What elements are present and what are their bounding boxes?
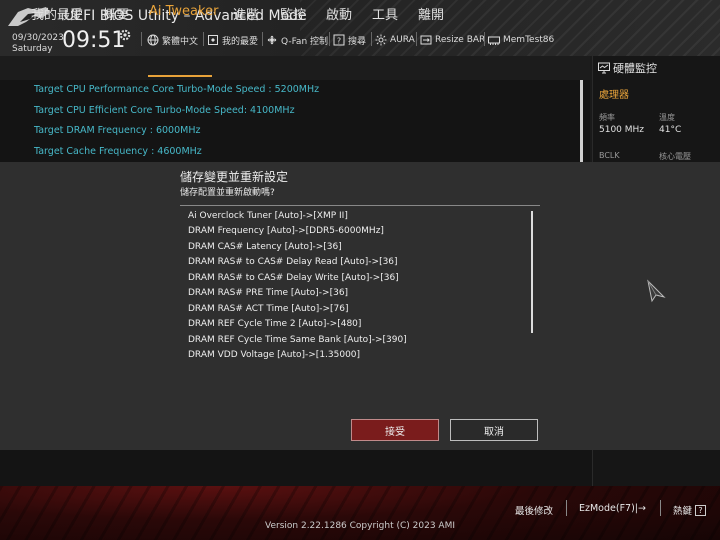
aura-icon [375,34,387,46]
change-item: DRAM REF Cycle Time Same Bank [Auto]->[3… [188,335,407,345]
qfan-control-button[interactable]: Q-Fan 控制 [266,33,328,47]
tab-main[interactable]: 概要 [103,4,129,23]
footer-divider [660,500,661,516]
tab-monitor[interactable]: 監控 [280,4,306,23]
changes-scrollbar[interactable] [531,211,533,333]
memtest-icon [488,36,500,45]
settings-panel-lower [0,450,592,486]
hotkeys-button[interactable]: 熱鍵 ? [673,503,707,517]
resize-bar-label: Resize BAR [435,35,486,45]
language-label: 繁體中文 [162,36,199,47]
hw-vcore-label: 核心電壓 [659,152,691,161]
settings-scrollbar[interactable] [580,80,583,162]
header-divider [416,32,417,46]
change-item: DRAM VDD Voltage [Auto]->[1.35000] [188,350,361,360]
hw-temp-label: 溫度 [659,113,675,122]
language-button[interactable]: 繁體中文 [147,33,198,47]
resize-bar-button[interactable]: Resize BAR [420,33,485,47]
change-item: Ai Overclock Tuner [Auto]->[XMP II] [188,211,348,221]
change-item: DRAM RAS# to CAS# Delay Read [Auto]->[36… [188,257,398,267]
setting-row[interactable]: Target CPU Efficient Core Turbo-Mode Spe… [34,105,295,116]
setting-row[interactable]: Target DRAM Frequency : 6000MHz [34,125,200,136]
header-texture [300,0,720,56]
fan-icon [267,35,277,45]
change-item: DRAM REF Cycle Time 2 [Auto]->[480] [188,319,362,329]
aura-button[interactable]: AURA [375,33,415,47]
header-divider [262,32,263,46]
setting-row[interactable]: Target CPU Performance Core Turbo-Mode S… [34,84,319,95]
hw-freq-label: 頻率 [599,113,615,122]
header-divider [329,32,330,46]
tab-exit[interactable]: 離開 [418,4,444,23]
favorite-icon [208,35,218,45]
header-divider [371,32,372,46]
menu-bar [0,56,590,80]
header-divider [203,32,204,46]
dialog-subtitle: 儲存配置並重新啟動嗎? [180,188,275,198]
change-item: DRAM CAS# Latency [Auto]->[36] [188,242,342,252]
search-button[interactable]: ? 搜尋 [333,33,366,47]
mouse-cursor-icon [647,279,666,303]
accept-button[interactable]: 接受 [351,419,439,441]
search-help-icon: ? [333,34,345,46]
hw-freq-value: 5100 MHz [599,125,645,135]
ezmode-button[interactable]: EzMode(F7)|→ [579,503,646,514]
tab-ai-tweaker[interactable]: Ai Tweaker [149,4,218,19]
date-text: 09/30/2023 [12,33,64,43]
hardware-monitor-label: 硬體監控 [613,62,657,75]
clock-time: 09:51 [62,28,126,53]
last-modified-button[interactable]: 最後修改 [515,503,553,517]
globe-icon [147,34,159,46]
change-item: DRAM Frequency [Auto]->[DDR5-6000MHz] [188,226,384,236]
hotkeys-label: 熱鍵 [673,506,693,517]
hw-temp-value: 41°C [659,125,682,135]
tab-boot[interactable]: 啟動 [326,4,352,23]
tab-advanced[interactable]: 進階 [233,4,259,23]
hw-bclk-label: BCLK [599,151,620,160]
cancel-button[interactable]: 取消 [450,419,538,441]
change-item: DRAM RAS# PRE Time [Auto]->[36] [188,288,349,298]
tab-my-favorites[interactable]: 我的最愛 [31,4,83,23]
hardware-monitor-title: 硬體監控 [598,60,657,76]
dialog-divider [180,205,540,206]
tab-tool[interactable]: 工具 [372,4,398,23]
change-item: DRAM RAS# to CAS# Delay Write [Auto]->[3… [188,273,399,283]
dialog-title: 儲存變更並重新設定 [180,170,289,184]
footer-divider [566,500,567,516]
hotkeys-key-icon: ? [695,504,707,516]
setting-row[interactable]: Target Cache Frequency : 4600MHz [34,146,202,157]
resize-bar-icon [420,35,432,45]
active-tab-underline [148,75,212,77]
hw-category-cpu: 處理器 [599,90,629,101]
monitor-icon [598,62,610,74]
memtest-label: MemTest86 [503,35,555,45]
header-divider [484,32,485,46]
weekday-text: Saturday [12,44,53,54]
aura-label: AURA [390,35,415,45]
memtest-button[interactable]: MemTest86 [488,33,554,47]
header-divider [141,32,142,46]
qfan-control-label: Q-Fan 控制 [281,36,329,47]
my-favorite-label: 我的最愛 [222,36,259,47]
version-text: Version 2.22.1286 Copyright (C) 2023 AMI [265,521,455,531]
gear-icon[interactable] [118,28,132,42]
change-item: DRAM RAS# ACT Time [Auto]->[76] [188,304,349,314]
my-favorite-button[interactable]: 我的最愛 [207,33,258,47]
search-label: 搜尋 [348,36,367,47]
svg-text:?: ? [337,37,341,46]
